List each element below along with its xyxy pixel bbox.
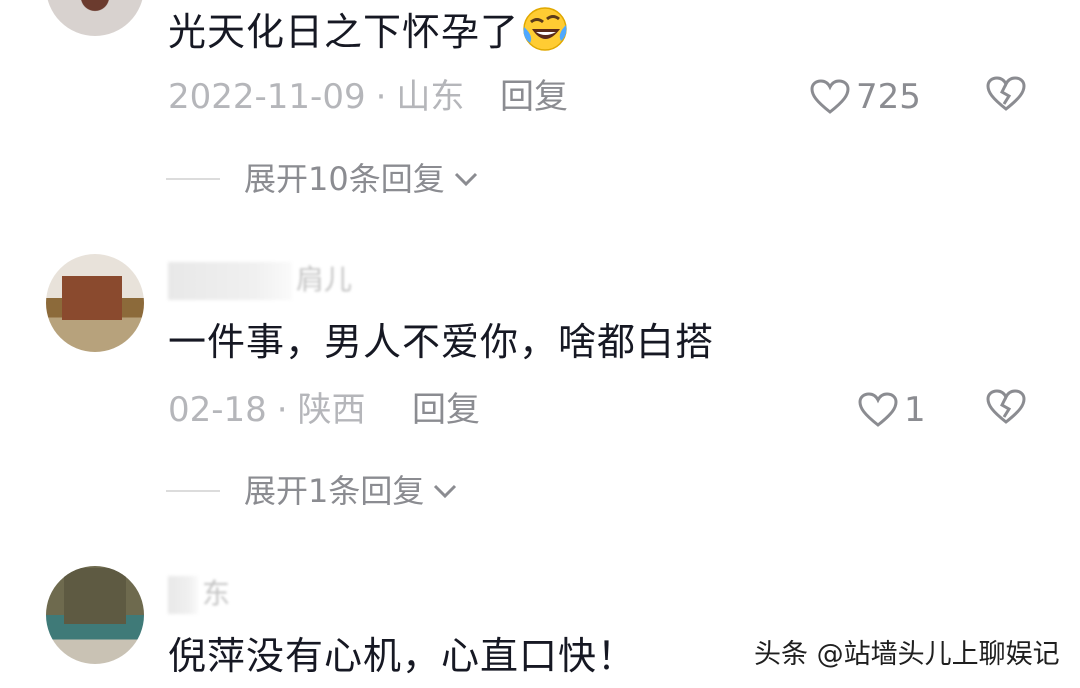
comment-meta: 02-18 · 陕西 回复 1 [168, 385, 1080, 435]
dislike-button[interactable] [986, 76, 1026, 126]
expand-replies-label: 展开1条回复 [244, 472, 425, 510]
comment-meta: 2022-11-09 · 山东 回复 725 [168, 72, 1080, 122]
heart-outline-icon [858, 392, 904, 428]
watermark: 头条 @站墙头儿上聊娱记 [754, 639, 1060, 670]
separator-dot: · [276, 390, 288, 430]
like-button[interactable]: 1 [858, 385, 926, 435]
comment-location: 山东 [396, 77, 465, 117]
chevron-down-icon [453, 170, 479, 188]
laughing-crying-emoji-icon [521, 5, 569, 64]
divider-line [166, 490, 220, 492]
like-count: 725 [856, 77, 921, 117]
comment-location: 陕西 [297, 390, 366, 430]
avatar[interactable] [46, 566, 144, 664]
divider-line [166, 178, 220, 180]
heart-outline-icon [810, 79, 856, 115]
avatar[interactable] [46, 0, 144, 36]
broken-heart-icon [986, 76, 1026, 112]
comment-username[interactable]: 肩儿 [168, 260, 352, 300]
reply-button[interactable]: 回复 [412, 385, 480, 435]
expand-replies-button[interactable]: 展开1条回复 [166, 469, 458, 513]
dislike-button[interactable] [986, 389, 1026, 439]
reply-button[interactable]: 回复 [500, 72, 568, 122]
chevron-down-icon [432, 482, 458, 500]
broken-heart-icon [986, 389, 1026, 425]
blurred-username [168, 262, 292, 300]
like-button[interactable]: 725 [810, 72, 921, 122]
like-count: 1 [904, 390, 926, 430]
avatar[interactable] [46, 254, 144, 352]
comment-username[interactable]: 东 [168, 574, 230, 614]
comment-date: 2022-11-09 [168, 77, 366, 117]
comment-text: 倪萍没有心机，心直口快！ [168, 634, 637, 678]
comment-text: 光天化日之下怀孕了 [168, 5, 569, 64]
comment-text: 一件事，男人不爱你，啥都白搭 [168, 320, 715, 364]
expand-replies-label: 展开10条回复 [244, 160, 445, 198]
comment-date: 02-18 [168, 390, 267, 430]
separator-dot: · [375, 77, 387, 117]
blurred-username [168, 576, 198, 614]
expand-replies-button[interactable]: 展开10条回复 [166, 157, 479, 201]
